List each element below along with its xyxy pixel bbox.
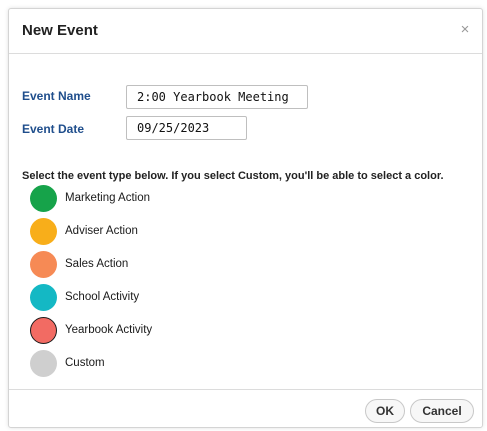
event-type-label: Adviser Action <box>65 225 138 237</box>
dialog-titlebar: New Event × <box>9 9 482 54</box>
event-type-option[interactable]: Custom <box>30 348 105 378</box>
ok-button[interactable]: OK <box>365 399 405 423</box>
event-type-option[interactable]: Marketing Action <box>30 183 150 213</box>
event-type-option[interactable]: Sales Action <box>30 249 128 279</box>
event-type-label: Sales Action <box>65 258 129 270</box>
event-type-instructions: Select the event type below. If you sele… <box>22 170 444 182</box>
event-date-field[interactable]: 09/25/2023 <box>126 116 247 140</box>
event-date-label: Event Date <box>22 122 85 136</box>
cancel-button[interactable]: Cancel <box>410 399 474 423</box>
event-type-option[interactable]: School Activity <box>30 282 139 312</box>
event-type-option[interactable]: Adviser Action <box>30 216 138 246</box>
event-name-field[interactable]: 2:00 Yearbook Meeting <box>126 85 308 109</box>
color-swatch-icon[interactable] <box>30 349 57 377</box>
close-icon[interactable]: × <box>458 22 472 38</box>
dialog-footer-divider <box>9 389 482 390</box>
new-event-dialog: New Event × Event Name 2:00 Yearbook Mee… <box>8 8 483 428</box>
color-swatch-icon[interactable] <box>30 184 57 212</box>
event-name-label: Event Name <box>22 89 91 103</box>
dialog-title: New Event <box>22 22 98 39</box>
event-type-option[interactable]: Yearbook Activity <box>30 315 152 345</box>
event-type-label: School Activity <box>65 291 140 303</box>
event-type-label: Marketing Action <box>65 192 151 204</box>
color-swatch-icon[interactable] <box>30 316 57 344</box>
color-swatch-icon[interactable] <box>30 217 57 245</box>
color-swatch-icon[interactable] <box>30 283 57 311</box>
color-swatch-icon[interactable] <box>30 250 57 278</box>
event-type-label: Yearbook Activity <box>65 324 153 336</box>
event-type-label: Custom <box>65 357 105 369</box>
